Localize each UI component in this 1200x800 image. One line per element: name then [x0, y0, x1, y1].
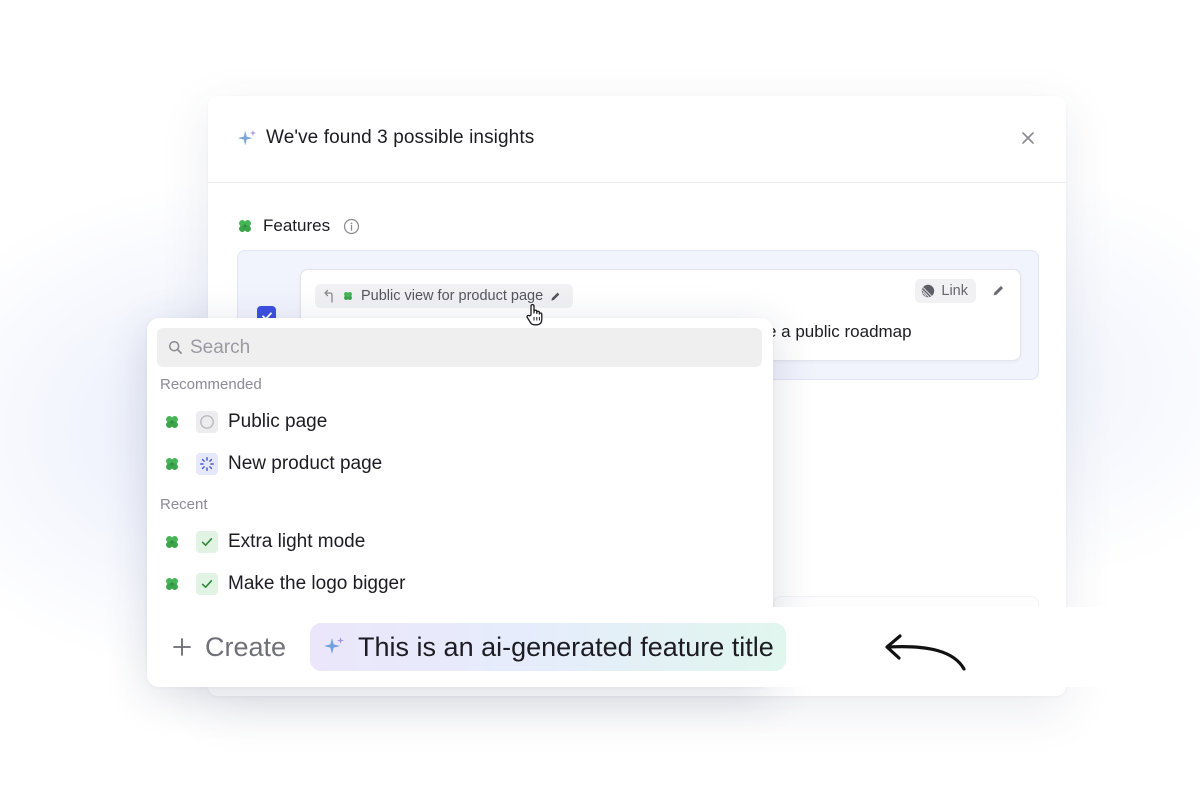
clover-icon: [166, 458, 178, 470]
link-chip[interactable]: Link: [915, 279, 976, 303]
item-label: Make the logo bigger: [228, 573, 406, 594]
close-icon[interactable]: [1020, 130, 1036, 146]
create-row-container: Create This is an ai-generated feature t…: [147, 607, 1200, 687]
search-input[interactable]: [190, 336, 730, 359]
info-icon[interactable]: [343, 218, 360, 235]
list-item-new-product-page[interactable]: New product page: [147, 444, 773, 484]
status-done-icon: [196, 531, 218, 553]
section-title: Features: [263, 216, 331, 235]
status-in-progress-icon: [196, 453, 218, 475]
clover-icon: [166, 578, 178, 590]
curved-arrow-icon: [885, 634, 966, 671]
sparkle-icon: [324, 637, 345, 654]
modal-title: We've found 3 possible insights: [266, 127, 535, 148]
item-label: Public page: [228, 411, 328, 432]
list-item-extra-light-mode[interactable]: Extra light mode: [147, 522, 773, 562]
pencil-icon: [551, 292, 560, 301]
parent-arrow-icon: [324, 289, 333, 303]
clover-icon: [166, 536, 178, 548]
clover-icon: [239, 220, 251, 232]
status-todo-icon: [196, 411, 218, 433]
recent-group-label: Recent: [160, 496, 208, 513]
parent-feature-label: Public view for product page: [361, 288, 544, 304]
clover-icon: [344, 292, 352, 300]
hand-cursor-icon: [526, 303, 543, 326]
search-icon: [168, 340, 182, 354]
create-label[interactable]: Create: [205, 632, 286, 663]
list-item-make-logo-bigger[interactable]: Make the logo bigger: [147, 564, 773, 604]
ai-title-text: This is an ai-generated feature title: [358, 631, 774, 662]
insight-description: e a public roadmap: [767, 322, 912, 341]
plus-icon[interactable]: [172, 637, 192, 657]
features-section-label: Features: [236, 216, 360, 236]
modal-header: We've found 3 possible insights: [208, 96, 1066, 183]
search-box[interactable]: [157, 328, 762, 367]
item-label: New product page: [228, 453, 383, 474]
list-item-public-page[interactable]: Public page: [147, 402, 773, 442]
sparkle-icon: [237, 129, 257, 146]
edit-icon[interactable]: [992, 284, 1005, 297]
linear-icon: [922, 284, 935, 298]
status-done-icon: [196, 573, 218, 595]
item-label: Extra light mode: [228, 531, 366, 552]
link-label: Link: [941, 283, 968, 299]
create-row: Create This is an ai-generated feature t…: [147, 607, 786, 687]
ai-generated-title-chip[interactable]: This is an ai-generated feature title: [310, 623, 786, 671]
clover-icon: [166, 416, 178, 428]
recommended-group-label: Recommended: [160, 376, 262, 393]
